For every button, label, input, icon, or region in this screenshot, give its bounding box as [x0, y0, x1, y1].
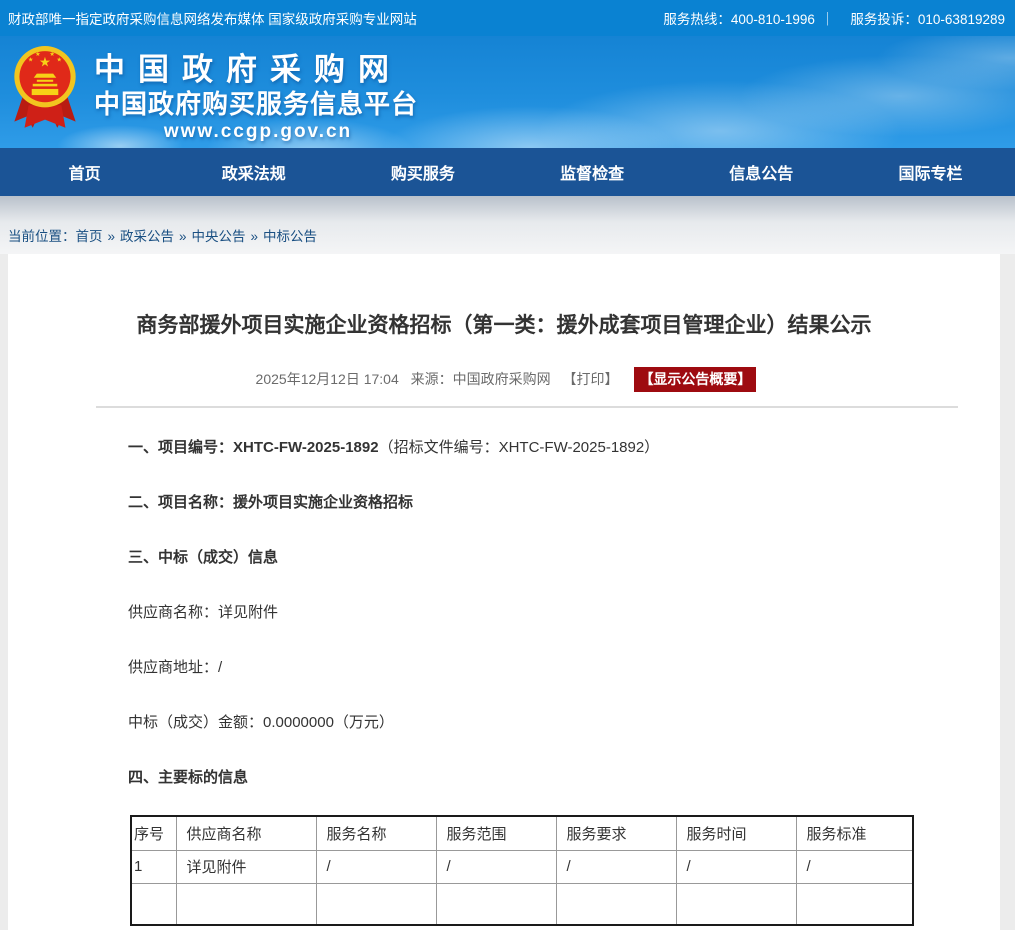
- col-header-supplier-name: 供应商名称: [176, 816, 316, 850]
- meta-divider: [96, 406, 958, 408]
- svg-text:★: ★: [28, 56, 34, 63]
- service-hotline: 服务热线：400-810-1996: [663, 12, 815, 27]
- nav-item-announcements[interactable]: 信息公告: [677, 148, 846, 196]
- breadcrumb-prefix: 当前位置：: [8, 229, 76, 244]
- paragraph-award-amount: 中标（成交）金额：0.0000000（万元）: [8, 712, 1000, 734]
- table-row: 1 详见附件 / / / / /: [131, 850, 913, 883]
- page-wrap: 商务部援外项目实施企业资格招标（第一类：援外成套项目管理企业）结果公示 2025…: [0, 254, 1015, 930]
- nav-item-purchase[interactable]: 购买服务: [338, 148, 507, 196]
- col-header-service-name: 服务名称: [316, 816, 436, 850]
- service-complaint: 服务投诉：010-63819289: [850, 12, 1005, 27]
- logo-text-block: 中国政府采购网 中国政府购买服务信息平台 www.ccgp.gov.cn: [94, 44, 422, 144]
- site-url: www.ccgp.gov.cn: [94, 120, 422, 144]
- paragraph-main-subject-heading: 四、主要标的信息: [8, 767, 1000, 789]
- platform-name: 中国政府购买服务信息平台: [94, 88, 422, 120]
- paragraph-project-name: 二、项目名称：援外项目实施企业资格招标: [8, 492, 1000, 514]
- nav-item-international[interactable]: 国际专栏: [846, 148, 1015, 196]
- site-logo[interactable]: ★ ★ ★ ★ ★ 中国政府采购网 中国政府购买服务信息平台 www.ccgp.…: [14, 44, 422, 144]
- award-info-table: 序号 供应商名称 服务名称 服务范围 服务要求 服务时间 服务标准 1 详见附件…: [130, 815, 914, 926]
- nav-item-regulations[interactable]: 政采法规: [169, 148, 338, 196]
- topbar-separator: ｜: [821, 12, 835, 27]
- svg-text:★: ★: [49, 51, 55, 58]
- breadcrumb-separator: »: [179, 229, 187, 244]
- topbar-contacts: 服务热线：400-810-1996 ｜ 服务投诉：010-63819289: [657, 8, 1005, 28]
- nav-item-supervision[interactable]: 监督检查: [508, 148, 677, 196]
- table-row-empty: [131, 883, 913, 925]
- article-content: 一、项目编号：XHTC-FW-2025-1892（招标文件编号：XHTC-FW-…: [8, 437, 1000, 926]
- col-header-service-req: 服务要求: [556, 816, 676, 850]
- announcement-card: 商务部援外项目实施企业资格招标（第一类：援外成套项目管理企业）结果公示 2025…: [8, 254, 1000, 930]
- article-meta: 2025年12月12日 17:04 来源：中国政府采购网 【打印】 【显示公告概…: [8, 367, 1000, 392]
- svg-text:★: ★: [35, 51, 41, 58]
- site-banner: ★ ★ ★ ★ ★ 中国政府采购网 中国政府购买服务信息平台 www.ccgp.…: [0, 36, 1015, 148]
- svg-text:★: ★: [57, 56, 63, 63]
- page-title: 商务部援外项目实施企业资格招标（第一类：援外成套项目管理企业）结果公示: [8, 254, 1000, 339]
- breadcrumb-separator: »: [108, 229, 116, 244]
- col-header-service-scope: 服务范围: [436, 816, 556, 850]
- table-header-row: 序号 供应商名称 服务名称 服务范围 服务要求 服务时间 服务标准: [131, 816, 913, 850]
- breadcrumb-item-central[interactable]: 中央公告: [192, 229, 246, 244]
- paragraph-supplier-address: 供应商地址：/: [8, 657, 1000, 679]
- nav-item-home[interactable]: 首页: [0, 148, 169, 196]
- breadcrumb-item-current: 中标公告: [263, 229, 317, 244]
- paragraph-award-info-heading: 三、中标（成交）信息: [8, 547, 1000, 569]
- breadcrumb-item-home[interactable]: 首页: [76, 229, 103, 244]
- breadcrumb-item-announcements[interactable]: 政采公告: [120, 229, 174, 244]
- show-summary-button[interactable]: 【显示公告概要】: [634, 367, 756, 392]
- breadcrumb: 当前位置：首页 » 政采公告 » 中央公告 » 中标公告: [0, 196, 1015, 245]
- article-source: 来源：中国政府采购网: [411, 371, 551, 387]
- national-emblem-icon: ★ ★ ★ ★ ★: [14, 46, 76, 138]
- paragraph-supplier-name: 供应商名称：详见附件: [8, 602, 1000, 624]
- col-header-service-time: 服务时间: [676, 816, 796, 850]
- col-header-service-standard: 服务标准: [796, 816, 913, 850]
- paragraph-project-number: 一、项目编号：XHTC-FW-2025-1892（招标文件编号：XHTC-FW-…: [8, 437, 1000, 459]
- col-header-index: 序号: [131, 816, 176, 850]
- publish-datetime: 2025年12月12日 17:04: [256, 371, 399, 387]
- top-service-bar: 财政部唯一指定政府采购信息网络发布媒体 国家级政府采购专业网站 服务热线：400…: [0, 0, 1015, 36]
- breadcrumb-band: 当前位置：首页 » 政采公告 » 中央公告 » 中标公告: [0, 196, 1015, 254]
- topbar-slogan: 财政部唯一指定政府采购信息网络发布媒体 国家级政府采购专业网站: [8, 8, 417, 28]
- print-button[interactable]: 【打印】: [563, 371, 619, 387]
- breadcrumb-separator: »: [251, 229, 259, 244]
- main-nav: 首页 政采法规 购买服务 监督检查 信息公告 国际专栏: [0, 148, 1015, 196]
- site-name: 中国政府采购网: [94, 51, 422, 88]
